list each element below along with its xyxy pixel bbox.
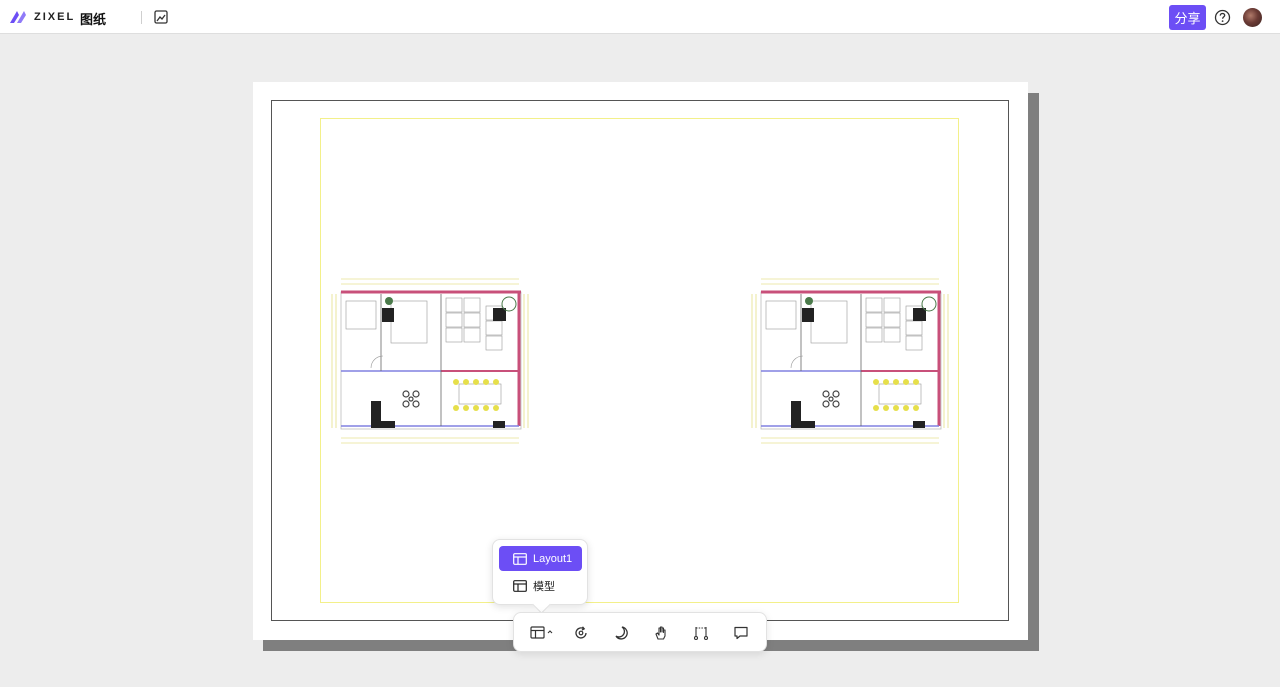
measure-icon bbox=[693, 627, 709, 641]
menu-item-label: 模型 bbox=[533, 580, 555, 593]
rotate-icon bbox=[575, 626, 587, 639]
pan-button[interactable] bbox=[650, 625, 672, 641]
menu-item-layout1[interactable]: Layout1 bbox=[499, 546, 582, 571]
comment-button[interactable] bbox=[730, 625, 752, 641]
layout-menu: Layout1 模型 bbox=[492, 539, 588, 605]
help-icon bbox=[1214, 9, 1231, 26]
layout-switch-button[interactable] bbox=[530, 625, 556, 641]
layout-icon bbox=[513, 552, 527, 565]
measure-button[interactable] bbox=[690, 625, 712, 641]
bottom-toolbar bbox=[513, 612, 767, 652]
edit-image-button[interactable] bbox=[153, 9, 170, 26]
comment-icon bbox=[734, 626, 748, 640]
zixel-logo-icon bbox=[10, 11, 26, 23]
layout-icon bbox=[530, 626, 553, 639]
avatar[interactable] bbox=[1243, 8, 1262, 27]
top-bar: ZIXEL 图纸 分享 bbox=[0, 0, 1280, 34]
pan-hand-icon bbox=[655, 626, 666, 640]
divider bbox=[141, 11, 142, 24]
logo[interactable]: ZIXEL bbox=[8, 7, 75, 27]
logo-text: ZIXEL bbox=[34, 11, 76, 23]
rotate-button[interactable] bbox=[570, 625, 592, 641]
edit-image-icon bbox=[154, 10, 168, 24]
menu-item-model[interactable]: 模型 bbox=[499, 573, 582, 598]
help-button[interactable] bbox=[1214, 9, 1231, 26]
floor-plan-left bbox=[331, 278, 529, 444]
floor-plan-right bbox=[751, 278, 949, 444]
dark-mode-icon bbox=[615, 626, 628, 640]
page-title: 图纸 bbox=[80, 12, 107, 27]
menu-item-label: Layout1 bbox=[533, 552, 573, 565]
layout-icon bbox=[513, 579, 527, 592]
dark-mode-button[interactable] bbox=[610, 625, 632, 641]
share-button[interactable]: 分享 bbox=[1169, 5, 1206, 30]
